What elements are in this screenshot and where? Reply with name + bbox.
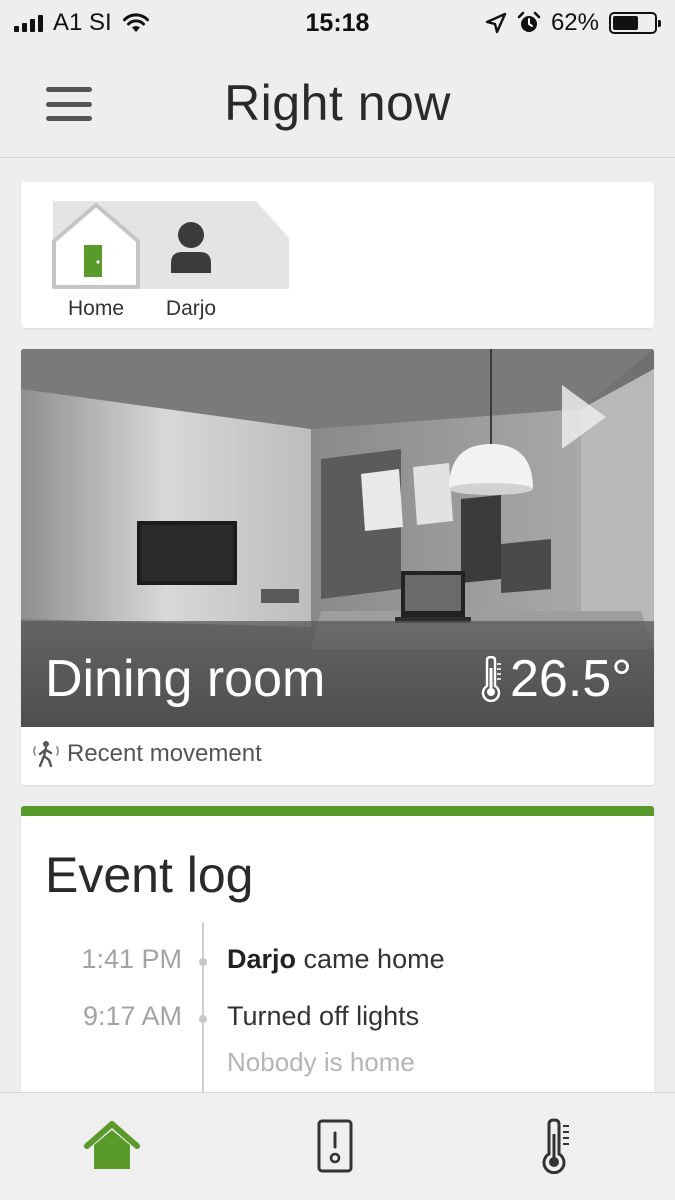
tab-switch[interactable] — [295, 1113, 375, 1179]
tab-home[interactable] — [72, 1113, 152, 1179]
app-header: Right now — [0, 46, 675, 158]
event-text: Turned off lights — [227, 1001, 420, 1031]
status-right: 62% — [485, 9, 661, 37]
alarm-icon — [517, 11, 541, 32]
timeline-dot — [199, 958, 207, 966]
event-time: 9:17 AM — [82, 1001, 182, 1031]
page-title: Right now — [224, 75, 451, 131]
camera-card[interactable]: Dining room 26.5° Recent movement — [21, 349, 654, 785]
signal-icon — [14, 14, 43, 32]
presence-darjo-label: Darjo — [165, 297, 217, 320]
presence-darjo[interactable]: Darjo — [151, 201, 231, 321]
camera-feed[interactable]: Dining room 26.5° — [21, 349, 654, 727]
timeline-dot — [199, 1015, 207, 1023]
person-icon — [171, 222, 211, 273]
status-bar: A1 SI 15:18 62% — [0, 0, 675, 46]
event-person: Darjo — [227, 944, 297, 974]
location-icon — [485, 12, 507, 34]
motion-icon — [33, 741, 59, 768]
tab-bar — [0, 1092, 675, 1200]
thermometer-icon — [542, 1118, 569, 1174]
motion-text: Recent movement — [67, 740, 262, 767]
tab-climate[interactable] — [516, 1113, 596, 1179]
house-icon — [52, 203, 140, 289]
presence-home-label: Home — [67, 297, 125, 320]
status-left: A1 SI — [14, 9, 150, 37]
event-text: Darjo came home — [227, 944, 445, 975]
presence-home[interactable]: Home — [51, 201, 141, 321]
event-log-card: Event log 1:41 PM Darjo came home 9:17 A… — [21, 806, 654, 1106]
timeline-line — [202, 922, 204, 1106]
battery-level — [613, 16, 638, 30]
motion-status: Recent movement — [31, 739, 262, 769]
play-icon[interactable] — [562, 385, 606, 449]
event-subtext: Nobody is home — [227, 1047, 415, 1077]
event-log-title: Event log — [45, 847, 254, 903]
temperature-readout: 26.5° — [480, 649, 632, 709]
presence-card: Home Darjo — [21, 182, 654, 328]
event-action: came home — [296, 944, 445, 974]
battery-percent: 62% — [550, 9, 599, 36]
thermometer-icon — [481, 656, 501, 702]
temperature-value: 26.5° — [509, 650, 632, 708]
carrier-label: A1 SI — [53, 9, 112, 36]
home-icon — [84, 1121, 140, 1169]
room-name: Dining room — [45, 650, 326, 708]
battery-icon — [609, 12, 661, 34]
light-switch-icon — [317, 1119, 353, 1173]
status-time: 15:18 — [305, 8, 370, 37]
wifi-icon — [122, 13, 149, 32]
event-time: 1:41 PM — [81, 944, 182, 974]
